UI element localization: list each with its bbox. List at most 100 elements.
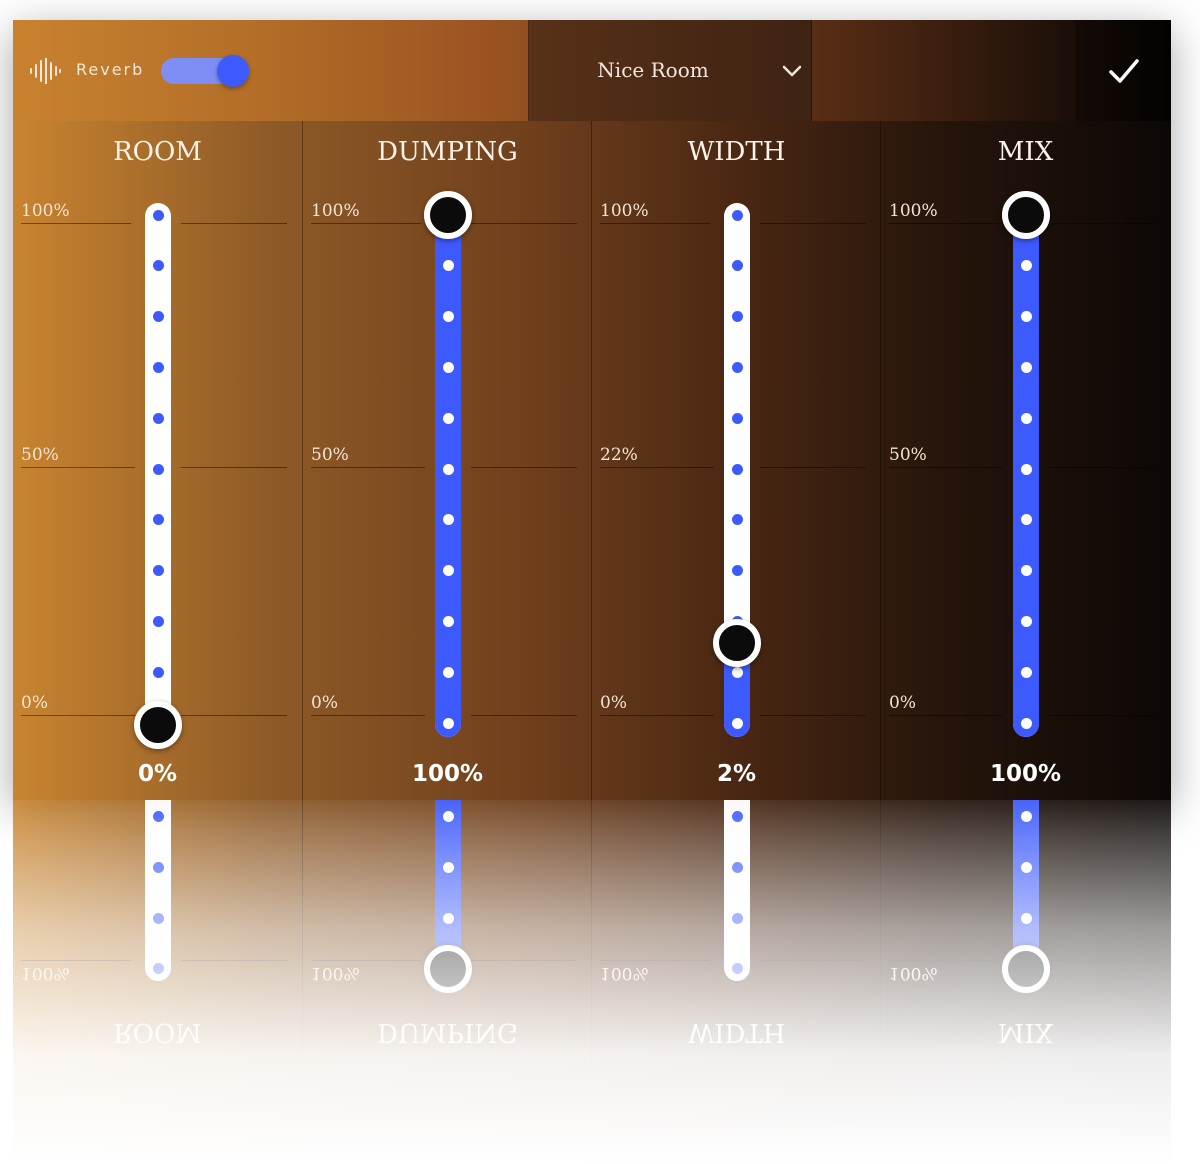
sound-wave-icon (30, 58, 61, 84)
reflection-scale-label-top: 100% (21, 963, 70, 983)
slider-step-dot (442, 717, 454, 729)
gridline (600, 223, 710, 224)
slider-step-dot (731, 463, 743, 475)
reflection-slider-fill (435, 800, 461, 969)
gridline (889, 715, 1003, 716)
slider-fill (435, 215, 461, 737)
slider-step-dot (731, 311, 743, 323)
slider-thumb[interactable] (424, 191, 472, 239)
slider-step-dot (1020, 311, 1032, 323)
slider-step-dot (731, 514, 743, 526)
reverb-plugin: Reverb Nice Room ROOM 100% 50% 0% 0% DUM… (0, 0, 1200, 1164)
slider-step-dot (442, 361, 454, 373)
slider-value: 2% (716, 761, 757, 787)
reflection-slider-step-dot (152, 963, 164, 975)
gridline (21, 715, 135, 716)
slider-thumb[interactable] (1002, 191, 1050, 239)
scale-label-top: 100% (600, 201, 649, 221)
slider-step-dot (1020, 565, 1032, 577)
slider-step-dot (731, 361, 743, 373)
channel-title: DUMPING (377, 137, 518, 167)
gridline (760, 223, 866, 224)
reflection-slider-track (724, 800, 750, 981)
reflection-slider-thumb (424, 945, 472, 993)
slider-step-dot (731, 717, 743, 729)
slider-step-dot (442, 565, 454, 577)
preset-dropdown[interactable]: Nice Room (528, 20, 812, 121)
scale-label-top: 100% (21, 201, 70, 221)
reflection-fade (13, 800, 1171, 1164)
reflection-channel-title: ROOM (113, 1017, 202, 1047)
scale-label-mid: 22% (600, 445, 638, 465)
slider-step-dot (152, 565, 164, 577)
slider-step-dot (152, 311, 164, 323)
slider-step-dot (442, 260, 454, 272)
slider-step-dot (442, 311, 454, 323)
slider-step-dot (442, 514, 454, 526)
reflection-slider-thumb (1002, 945, 1050, 993)
reflection-slider-step-dot (1020, 811, 1032, 823)
slider-step-dot (152, 209, 164, 221)
chevron-down-icon (782, 65, 802, 77)
slider-step-dot (442, 615, 454, 627)
reflection-slider-step-dot (442, 861, 454, 873)
reflection-slider-step-dot (731, 963, 743, 975)
reflection-gridline (471, 960, 577, 961)
gridline (889, 223, 999, 224)
slider-step-dot (152, 361, 164, 373)
effect-header: Reverb (13, 20, 529, 121)
reflection-gridline (181, 960, 287, 961)
reflection-gridline (21, 960, 131, 961)
confirm-button[interactable] (1077, 20, 1171, 121)
reflection-slider-step-dot (442, 912, 454, 924)
slider-step-dot (1020, 514, 1032, 526)
reflection-slider-track (145, 800, 171, 981)
channel-dumping: DUMPING 100% 50% 0% 100% (302, 121, 592, 800)
slider-thumb[interactable] (713, 619, 761, 668)
gridline (471, 467, 577, 468)
slider-step-dot (731, 565, 743, 577)
reflection-channel-title: WIDTH (687, 1017, 786, 1047)
slider-step-dot (1020, 717, 1032, 729)
reflection-slider-track (1013, 800, 1039, 981)
channel-room: ROOM 100% 50% 0% 0% (13, 121, 302, 800)
scale-label-bottom: 0% (600, 693, 627, 713)
reflection-slider-step-dot (731, 861, 743, 873)
slider-value: 100% (989, 761, 1062, 787)
slider-track[interactable] (145, 203, 171, 737)
slider-step-dot (442, 463, 454, 475)
checkmark-icon (1109, 59, 1139, 83)
gridline (21, 223, 131, 224)
toggle-knob[interactable] (217, 55, 249, 87)
slider-track[interactable] (1013, 203, 1039, 737)
slider-track[interactable] (435, 203, 461, 737)
reflection-mirror: ROOM 100% 50% 0% 0% DUMPING 100% 50% 0% (13, 800, 1171, 1164)
slider-value: 100% (411, 761, 484, 787)
slider-step-dot (1020, 463, 1032, 475)
toolbar: Reverb Nice Room (13, 20, 1171, 121)
reflection-slider-step-dot (152, 912, 164, 924)
reflection-channel-dumping: DUMPING 100% 50% 0% 100% (302, 800, 592, 1063)
effect-label: Reverb (76, 60, 145, 79)
reflection-channel-title: DUMPING (377, 1017, 518, 1047)
reflection-slider-step-dot (442, 963, 454, 975)
channel-title: MIX (997, 137, 1054, 167)
reflection-slider-step-dot (1020, 912, 1032, 924)
reverb-toggle[interactable] (161, 55, 249, 87)
panel-reflection: ROOM 100% 50% 0% 0% DUMPING 100% 50% 0% (13, 800, 1171, 1164)
gridline (1049, 223, 1155, 224)
reverb-panel: Reverb Nice Room ROOM 100% 50% 0% 0% DUM… (13, 20, 1171, 800)
scale-label-bottom: 0% (311, 693, 338, 713)
reflection-slider-step-dot (442, 811, 454, 823)
scale-label-bottom: 0% (889, 693, 916, 713)
reflection-channel-room: ROOM 100% 50% 0% 0% (13, 800, 302, 1063)
slider-thumb[interactable] (134, 701, 182, 749)
slider-step-dot (1020, 260, 1032, 272)
slider-step-dot (731, 666, 743, 678)
reflection-slider-step-dot (1020, 963, 1032, 975)
channel-title: WIDTH (687, 137, 786, 167)
reflection-slider-step-dot (731, 811, 743, 823)
slider-step-dot (152, 666, 164, 678)
slider-step-dot (442, 666, 454, 678)
reflection-slider-fill (1013, 800, 1039, 969)
